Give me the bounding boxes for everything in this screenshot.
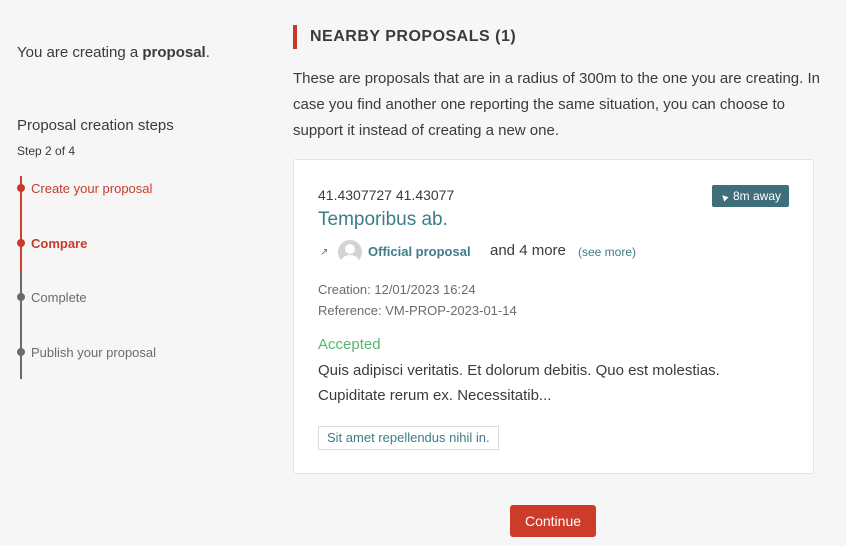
step-dot <box>17 239 25 247</box>
creation-date: Creation: 12/01/2023 16:24 <box>318 282 476 297</box>
creating-prefix: You are creating a <box>17 44 139 61</box>
distance-label: 8m away <box>732 189 781 203</box>
page-title: Nearby proposals (1) <box>293 25 516 49</box>
see-more-link[interactable]: (see more) <box>578 245 636 259</box>
steps-count: Step 2 of 4 <box>17 144 76 158</box>
continue-button[interactable]: Continue <box>510 505 596 537</box>
distance-badge: ▲8m away <box>712 185 789 207</box>
reference-id: Reference: VM-PROP-2023-01-14 <box>318 303 517 318</box>
intro-text: These are proposals that are in a radius… <box>293 70 820 139</box>
steps-list: Create your proposal Compare Complete Pu… <box>17 176 267 381</box>
step-label: Publish your proposal <box>31 345 157 360</box>
card-coordinates: 41.4307727 41.43077 <box>318 187 455 203</box>
step-dot <box>17 293 25 301</box>
step-dot <box>17 348 25 356</box>
avatar <box>338 240 362 264</box>
status-label: Accepted <box>318 336 381 353</box>
proposal-title-link[interactable]: Temporibus ab. <box>318 209 448 231</box>
proposal-excerpt: Quis adipisci veritatis. Et dolorum debi… <box>318 362 720 404</box>
creating-suffix: . <box>205 44 210 61</box>
step-label: Complete <box>31 290 87 305</box>
proposal-card: 41.4307727 41.43077 ▲8m away Temporibus … <box>293 159 814 474</box>
steps-remaining-line <box>20 271 22 379</box>
more-authors: and 4 more <box>490 242 566 259</box>
creating-type: proposal <box>142 44 206 61</box>
creating-message: You are creating a proposal. <box>17 44 210 61</box>
step-label: Create your proposal <box>31 181 153 196</box>
authors-row: ↗ Official proposal and 4 more (see more… <box>318 240 798 264</box>
step-dot <box>17 184 25 192</box>
step-label: Compare <box>31 236 88 251</box>
steps-title: Proposal creation steps <box>17 117 174 134</box>
external-link-icon[interactable]: ↗ <box>320 247 328 258</box>
category-tag[interactable]: Sit amet repellendus nihil in. <box>318 426 499 450</box>
author-name[interactable]: Official proposal <box>368 244 471 259</box>
